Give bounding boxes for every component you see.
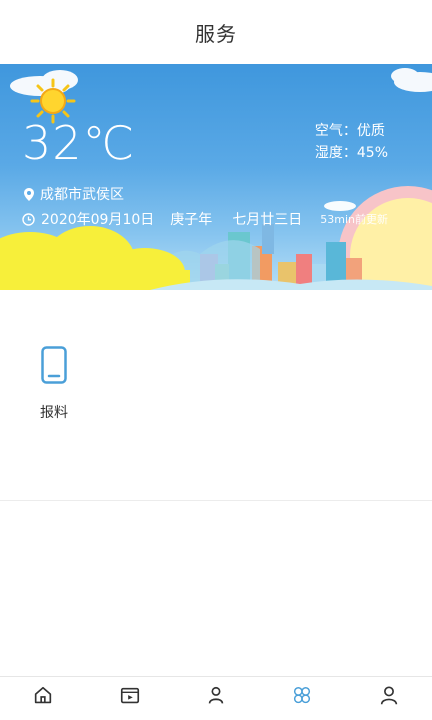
humidity-text: 湿度：45%	[314, 145, 388, 161]
phone-icon	[41, 346, 67, 384]
tab-home[interactable]	[0, 677, 86, 720]
update-time-text: 53min前更新	[320, 213, 389, 226]
section-divider	[0, 500, 432, 501]
tab-service[interactable]	[259, 677, 345, 720]
bottom-tab-bar	[0, 676, 432, 720]
page-title: 服务	[195, 21, 237, 46]
location-row: 成都市武侯区	[24, 184, 124, 204]
clock-icon	[22, 212, 35, 226]
location-text: 成都市武侯区	[40, 187, 124, 203]
tab-video[interactable]	[86, 677, 172, 720]
tab-user[interactable]	[346, 677, 432, 720]
service-icon	[294, 687, 311, 704]
lunar-day-text: 七月廿三日	[232, 212, 303, 228]
person-icon	[208, 686, 224, 704]
page-header: 服务	[0, 0, 432, 64]
tab-person[interactable]	[173, 677, 259, 720]
lunar-year-text: 庚子年	[170, 212, 213, 228]
weather-banner: 32℃ 空气：优质 湿度：45% 成都市武侯区 2020年09月10日 庚子年 …	[0, 64, 432, 290]
date-row: 2020年09月10日 庚子年 七月廿三日 53min前更新	[22, 209, 388, 229]
service-item-report[interactable]: 报料	[30, 346, 78, 422]
temperature-value: 32℃	[22, 116, 136, 170]
service-label: 报料	[40, 405, 68, 421]
home-icon	[35, 686, 52, 704]
location-pin-icon	[24, 187, 34, 201]
air-info: 空气：优质 湿度：45%	[315, 120, 388, 164]
air-quality-text: 空气：优质	[314, 123, 385, 139]
video-icon	[120, 687, 139, 704]
date-text: 2020年09月10日	[41, 212, 155, 228]
user-icon	[380, 686, 397, 705]
